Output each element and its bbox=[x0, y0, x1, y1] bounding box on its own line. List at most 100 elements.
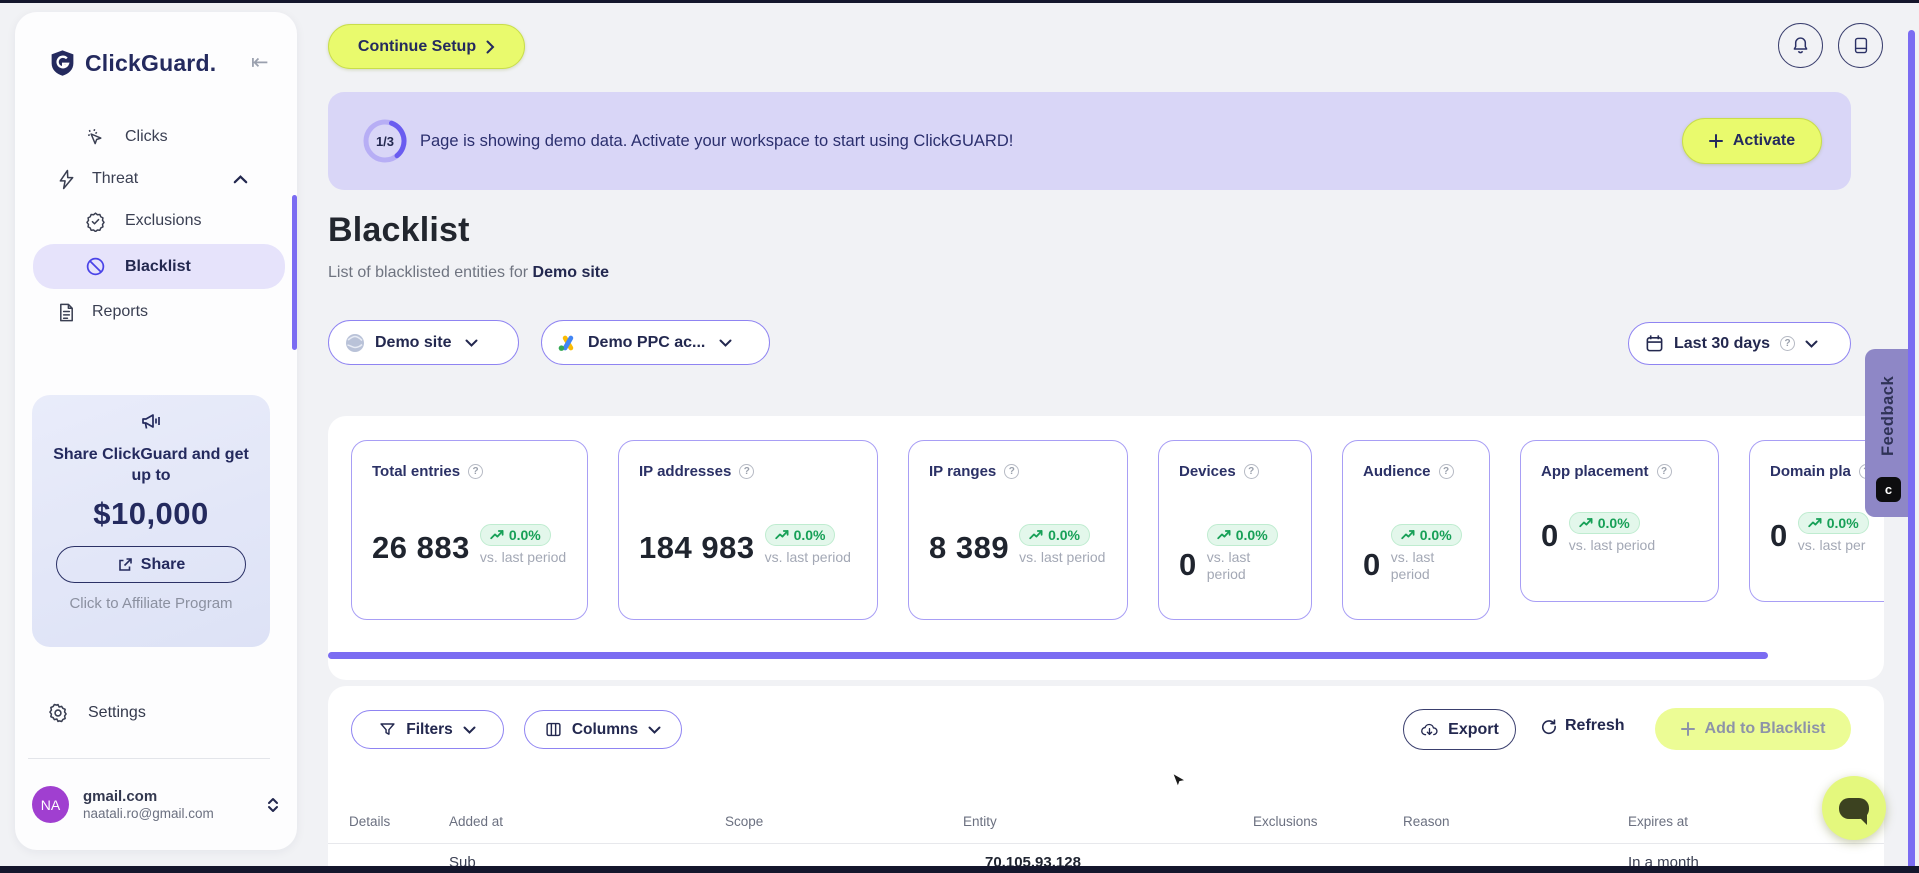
google-ads-icon bbox=[558, 334, 578, 352]
ppc-account-selector[interactable]: Demo PPC ac... bbox=[541, 320, 770, 365]
column-header-expires-at[interactable]: Expires at bbox=[1628, 814, 1688, 829]
filters-button[interactable]: Filters bbox=[351, 710, 504, 749]
stat-card-total-entries: Total entries? 26 883 0.0% vs. last period bbox=[351, 440, 588, 620]
globe-icon bbox=[345, 333, 365, 353]
sidebar-item-settings[interactable]: Settings bbox=[47, 702, 146, 724]
stat-value: 184 983 bbox=[639, 530, 755, 565]
stat-label: Domain pla bbox=[1770, 463, 1851, 480]
page-vertical-scrollbar[interactable] bbox=[1908, 30, 1915, 873]
stat-card-domain-pla: Domain pla?00.0%vs. last per bbox=[1749, 440, 1884, 602]
trending-up-icon bbox=[1808, 518, 1822, 528]
shield-logo-icon bbox=[48, 48, 77, 78]
help-icon[interactable]: ? bbox=[1438, 464, 1454, 479]
column-header-exclusions[interactable]: Exclusions bbox=[1253, 814, 1318, 829]
banner-message: Page is showing demo data. Activate your… bbox=[420, 131, 1014, 150]
export-button[interactable]: Export bbox=[1403, 709, 1516, 750]
affiliate-caption: Click to Affiliate Program bbox=[69, 595, 233, 612]
sidebar-divider bbox=[28, 758, 270, 759]
column-header-entity[interactable]: Entity bbox=[963, 814, 997, 829]
activate-button[interactable]: Activate bbox=[1682, 118, 1822, 164]
account-switcher[interactable]: NA gmail.com naatali.ro@gmail.com bbox=[32, 786, 280, 823]
chat-widget-button[interactable] bbox=[1822, 776, 1886, 840]
sidebar-scrollbar[interactable] bbox=[292, 195, 297, 350]
add-to-blacklist-label: Add to Blacklist bbox=[1704, 720, 1826, 737]
column-header-reason[interactable]: Reason bbox=[1403, 814, 1450, 829]
stat-value: 0 bbox=[1541, 518, 1559, 553]
column-header-details[interactable]: Details bbox=[349, 814, 390, 829]
stat-sub: vs. last period bbox=[1390, 549, 1435, 582]
continue-setup-button[interactable]: Continue Setup bbox=[328, 24, 525, 69]
calendar-icon bbox=[1645, 334, 1664, 353]
help-icon[interactable]: ? bbox=[739, 464, 755, 479]
trend-delta: 0.0% bbox=[1826, 515, 1859, 531]
filters-label: Filters bbox=[406, 720, 453, 738]
trend-delta: 0.0% bbox=[1419, 527, 1452, 543]
stat-value: 0 bbox=[1770, 518, 1788, 553]
trend-delta: 0.0% bbox=[1048, 527, 1080, 543]
sidebar-item-label: Exclusions bbox=[125, 212, 202, 229]
stat-card-ip-ranges: IP ranges? 8 389 0.0% vs. last period bbox=[908, 440, 1128, 620]
help-icon[interactable]: ? bbox=[1780, 336, 1796, 351]
chevron-up-down-icon bbox=[266, 796, 280, 814]
affiliate-promo-card[interactable]: Share ClickGuard and get up to $10,000 S… bbox=[32, 395, 270, 647]
refresh-button[interactable]: Refresh bbox=[1540, 717, 1625, 735]
activate-label: Activate bbox=[1732, 132, 1796, 149]
help-icon[interactable]: ? bbox=[1004, 464, 1020, 479]
trending-up-icon bbox=[1401, 530, 1415, 540]
window-top-edge bbox=[0, 0, 1919, 3]
stat-value: 0 bbox=[1179, 547, 1197, 582]
column-header-scope[interactable]: Scope bbox=[725, 814, 763, 829]
plus-icon bbox=[1680, 722, 1695, 736]
chevron-right-icon bbox=[486, 40, 495, 53]
sidebar-item-reports[interactable]: Reports bbox=[15, 291, 297, 333]
docs-button[interactable] bbox=[1838, 23, 1883, 68]
columns-button[interactable]: Columns bbox=[524, 710, 682, 749]
add-to-blacklist-button[interactable]: Add to Blacklist bbox=[1655, 708, 1851, 750]
trend-badge: 0.0% bbox=[1206, 524, 1278, 546]
collapse-sidebar-icon[interactable]: ⇤ bbox=[251, 50, 269, 75]
refresh-icon bbox=[1541, 718, 1556, 734]
trending-up-icon bbox=[1029, 530, 1043, 540]
trend-delta: 0.0% bbox=[793, 527, 826, 543]
site-selector[interactable]: Demo site bbox=[328, 320, 519, 365]
demo-data-banner: 1/3 Page is showing demo data. Activate … bbox=[328, 92, 1851, 190]
sidebar-item-clicks[interactable]: Clicks bbox=[15, 116, 297, 158]
notifications-button[interactable] bbox=[1778, 23, 1823, 68]
badge-check-icon bbox=[85, 211, 107, 232]
trend-badge: 0.0% bbox=[1390, 524, 1462, 546]
table-header-divider bbox=[328, 843, 1884, 844]
sidebar-item-threat[interactable]: Threat bbox=[15, 158, 297, 200]
stat-label: App placement bbox=[1541, 463, 1649, 480]
sidebar-item-blacklist[interactable]: Blacklist bbox=[33, 244, 285, 289]
book-icon bbox=[1854, 37, 1867, 54]
sidebar: ClickGuard. ⇤ Clicks Threat Exclusions Blac… bbox=[15, 12, 297, 850]
feedback-label: Feedback bbox=[1879, 375, 1897, 457]
date-range-selector[interactable]: Last 30 days ? bbox=[1628, 322, 1851, 365]
help-icon[interactable]: ? bbox=[1243, 464, 1259, 479]
help-icon[interactable]: ? bbox=[1656, 464, 1672, 479]
stat-sub: vs. last period bbox=[1019, 549, 1106, 565]
brand-name: ClickGuard. bbox=[85, 49, 217, 76]
trend-badge: 0.0% bbox=[479, 524, 551, 546]
no-entry-icon bbox=[85, 256, 107, 277]
external-link-icon bbox=[117, 557, 133, 573]
sidebar-item-label: Reports bbox=[92, 303, 149, 320]
account-email: naatali.ro@gmail.com bbox=[83, 805, 214, 821]
trending-up-icon bbox=[1579, 518, 1593, 528]
stat-label: Audience bbox=[1363, 463, 1431, 480]
trending-up-icon bbox=[774, 530, 789, 540]
ppc-selector-value: Demo PPC ac... bbox=[588, 333, 706, 351]
stat-sub: vs. last period bbox=[1206, 549, 1251, 582]
share-button[interactable]: Share bbox=[56, 546, 246, 583]
cards-horizontal-scrollbar[interactable] bbox=[328, 652, 1768, 659]
trend-delta: 0.0% bbox=[1597, 515, 1630, 531]
help-icon[interactable]: ? bbox=[468, 464, 484, 479]
blacklist-table-section: Filters Columns Export Refresh Add to Bl… bbox=[328, 686, 1884, 873]
chevron-up-icon[interactable] bbox=[233, 174, 248, 184]
sidebar-item-exclusions[interactable]: Exclusions bbox=[15, 200, 297, 242]
trend-badge: 0.0% bbox=[1568, 512, 1640, 534]
cursor-click-icon bbox=[85, 127, 107, 148]
feedback-tab[interactable]: Feedback c bbox=[1865, 349, 1912, 517]
trend-badge: 0.0% bbox=[764, 524, 836, 546]
column-header-added-at[interactable]: Added at bbox=[449, 814, 503, 829]
